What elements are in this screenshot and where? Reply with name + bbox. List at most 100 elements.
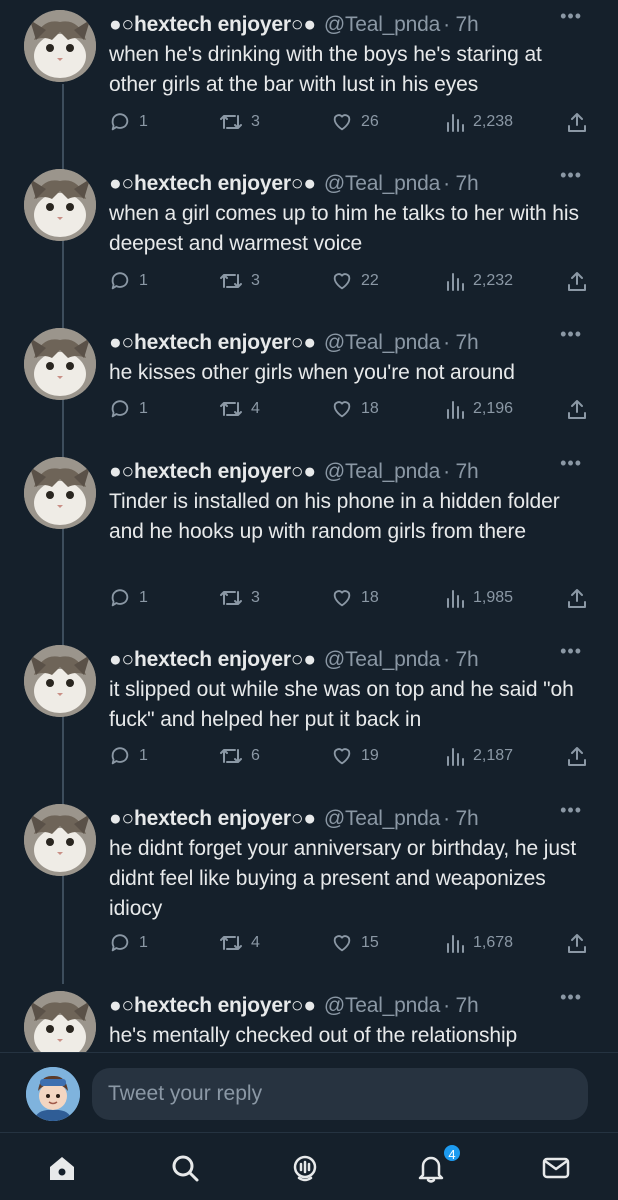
like-button[interactable]: 18 [331,398,379,420]
views-button[interactable]: 1,678 [445,932,513,954]
spaces-icon [293,1155,317,1182]
views-button[interactable]: 2,187 [445,745,513,767]
retweet-button[interactable]: 6 [219,745,260,767]
tweet-actions: 1 3 26 2,238 [109,111,587,137]
retweet-icon [220,936,242,950]
more-options-icon[interactable]: ••• [560,453,582,474]
retweet-count: 4 [251,400,260,417]
tweet-text: when he's drinking with the boys he's st… [109,43,542,96]
tab-messages[interactable] [539,1151,573,1185]
more-options-icon[interactable]: ••• [560,987,582,1008]
like-count: 15 [361,934,379,951]
tweet-actions: 1 3 22 2,232 [109,270,587,296]
share-button[interactable] [567,745,587,767]
retweet-count: 4 [251,934,260,951]
more-options-icon[interactable]: ••• [560,800,582,821]
reply-input[interactable]: Tweet your reply [92,1068,588,1120]
views-count: 1,678 [473,934,514,951]
avatar[interactable] [24,457,96,529]
share-button[interactable] [567,932,587,954]
more-options-icon[interactable]: ••• [560,324,582,345]
retweet-button[interactable]: 4 [219,398,260,420]
retweet-count: 3 [251,113,260,130]
reply-count: 1 [139,747,148,764]
avatar[interactable] [24,328,96,400]
avatar[interactable] [24,804,96,876]
reply-button[interactable]: 1 [109,745,148,767]
reply-button[interactable]: 1 [109,270,148,292]
like-count: 18 [361,589,379,606]
like-button[interactable]: 15 [331,932,379,954]
reply-icon [111,272,129,290]
author-name[interactable]: ●○hextech enjoyer○● [109,172,316,196]
author-handle[interactable]: @Teal_pnda [324,460,440,484]
reply-icon [111,400,129,418]
reply-button[interactable]: 1 [109,111,148,133]
retweet-icon [220,274,242,288]
tab-home[interactable] [45,1151,79,1185]
author-name[interactable]: ●○hextech enjoyer○● [109,994,316,1018]
more-options-icon[interactable]: ••• [560,165,582,186]
heart-icon [333,114,351,131]
like-button[interactable]: 26 [331,111,379,133]
author-handle[interactable]: @Teal_pnda [324,807,440,831]
views-count: 2,238 [473,113,514,130]
views-button[interactable]: 2,238 [445,111,513,133]
author-name[interactable]: ●○hextech enjoyer○● [109,13,316,37]
retweet-button[interactable]: 3 [219,111,260,133]
like-button[interactable]: 18 [331,587,379,609]
cat-avatar-icon [24,645,96,717]
reply-button[interactable]: 1 [109,587,148,609]
author-handle[interactable]: @Teal_pnda [324,648,440,672]
avatar[interactable] [24,169,96,241]
share-button[interactable] [567,587,587,609]
user-avatar-icon [26,1067,80,1121]
views-button[interactable]: 1,985 [445,587,513,609]
cat-avatar-icon [24,10,96,82]
views-button[interactable]: 2,232 [445,270,513,292]
cat-avatar-icon [24,169,96,241]
tab-spaces[interactable] [288,1151,322,1185]
avatar[interactable] [24,645,96,717]
share-button[interactable] [567,111,587,133]
author-handle[interactable]: @Teal_pnda [324,331,440,355]
tweet-time: · 7h [443,807,479,830]
share-icon [568,113,586,132]
retweet-button[interactable]: 4 [219,932,260,954]
tweet-time: · 7h [443,648,479,671]
author-handle[interactable]: @Teal_pnda [324,172,440,196]
more-options-icon[interactable]: ••• [560,641,582,662]
heart-icon [333,401,351,418]
tweet-actions: 1 3 18 1,985 [109,587,587,613]
reply-icon [111,934,129,952]
author-name[interactable]: ●○hextech enjoyer○● [109,807,316,831]
avatar[interactable] [24,991,96,1052]
reply-button[interactable]: 1 [109,932,148,954]
retweet-button[interactable]: 3 [219,270,260,292]
more-options-icon[interactable]: ••• [560,6,582,27]
author-name[interactable]: ●○hextech enjoyer○● [109,460,316,484]
retweet-count: 3 [251,272,260,289]
views-icon [447,401,464,419]
retweet-button[interactable]: 3 [219,587,260,609]
author-name[interactable]: ●○hextech enjoyer○● [109,648,316,672]
user-avatar[interactable] [26,1067,80,1121]
tab-search[interactable] [168,1151,202,1185]
reply-button[interactable]: 1 [109,398,148,420]
views-button[interactable]: 2,196 [445,398,513,420]
views-icon [447,935,464,953]
avatar[interactable] [24,10,96,82]
heart-icon [333,273,351,290]
cat-avatar-icon [24,991,96,1052]
retweet-icon [220,591,242,605]
home-icon [50,1157,74,1180]
share-button[interactable] [567,398,587,420]
share-icon [568,400,586,419]
author-name[interactable]: ●○hextech enjoyer○● [109,331,316,355]
author-handle[interactable]: @Teal_pnda [324,13,440,37]
like-button[interactable]: 19 [331,745,379,767]
share-button[interactable] [567,270,587,292]
author-handle[interactable]: @Teal_pnda [324,994,440,1018]
heart-icon [333,590,351,607]
like-button[interactable]: 22 [331,270,379,292]
